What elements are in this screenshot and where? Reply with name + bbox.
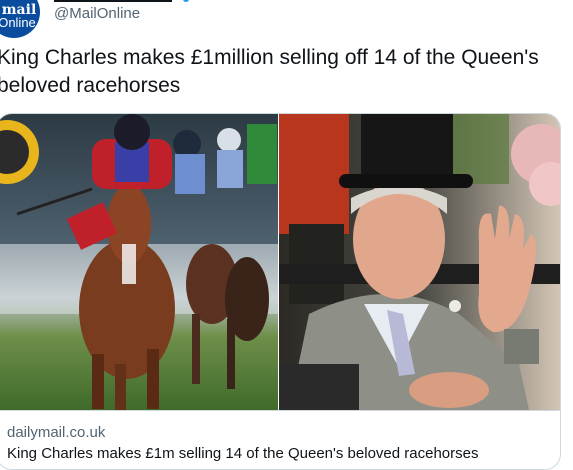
link-card[interactable]: dailymail.co.uk King Charles makes £1m s… xyxy=(0,113,561,470)
racehorses-photo[interactable] xyxy=(0,114,278,410)
card-media[interactable] xyxy=(0,114,560,410)
avatar[interactable]: mail Online xyxy=(0,0,40,38)
card-title: King Charles makes £1m selling 14 of the… xyxy=(7,445,479,462)
king-charles-photo[interactable] xyxy=(278,114,560,410)
avatar-logo-line2: Online xyxy=(0,15,36,30)
card-details[interactable]: dailymail.co.uk King Charles makes £1m s… xyxy=(0,410,560,469)
display-name[interactable] xyxy=(54,0,172,2)
card-domain: dailymail.co.uk xyxy=(7,424,106,441)
king-charles-illustration xyxy=(278,114,560,410)
tweet[interactable]: mail Online @MailOnline King Charles mak… xyxy=(0,0,573,470)
author-handle[interactable]: @MailOnline xyxy=(54,5,140,23)
verified-badge-icon xyxy=(183,0,189,2)
tweet-text: King Charles makes £1million selling off… xyxy=(0,46,539,97)
racehorses-illustration xyxy=(0,114,278,410)
